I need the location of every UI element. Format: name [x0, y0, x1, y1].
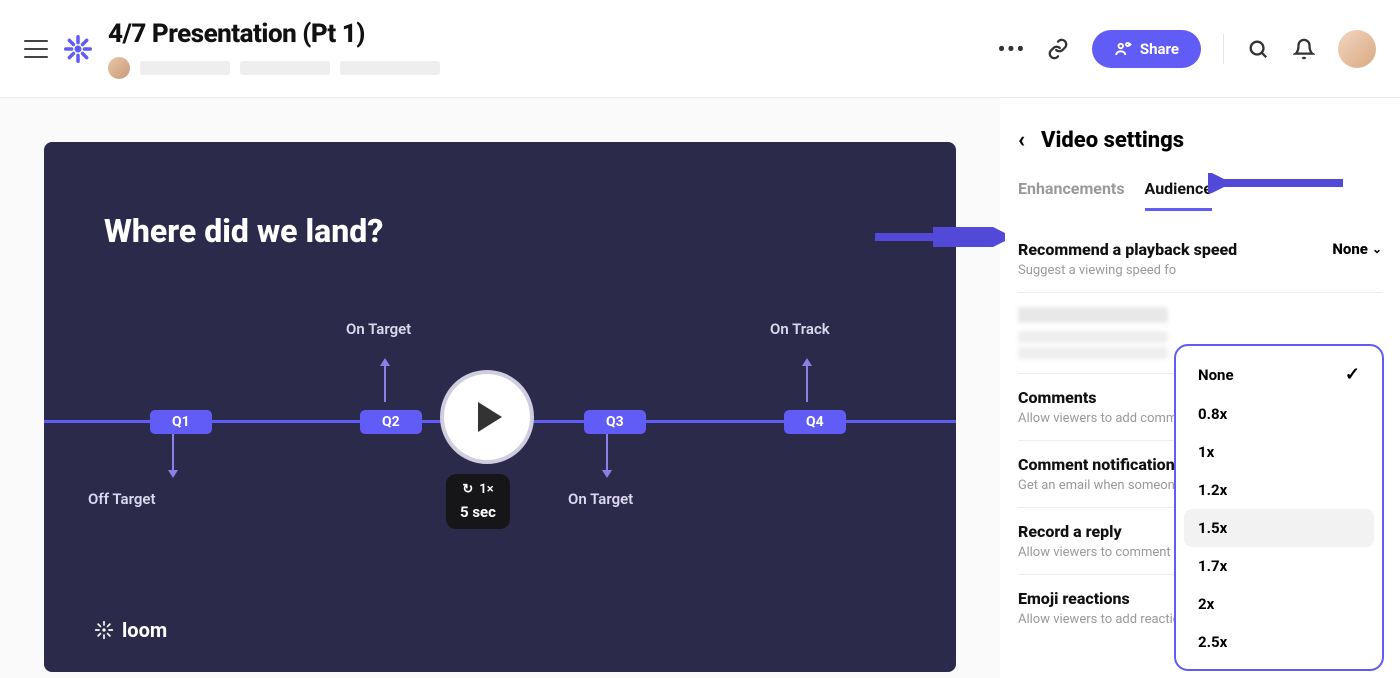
tab-audience[interactable]: Audience: [1145, 179, 1212, 211]
duration-label: 5 sec: [460, 503, 496, 521]
q3-arrow: [606, 434, 608, 472]
loom-logo-icon[interactable]: [64, 35, 92, 63]
speed-dropdown: None✓ 0.8x 1x 1.2x 1.5x 1.7x 2x 2.5x: [1174, 344, 1384, 671]
link-icon[interactable]: [1046, 37, 1070, 61]
speed-option-2x[interactable]: 2x: [1184, 585, 1374, 623]
speed-option-17x[interactable]: 1.7x: [1184, 547, 1374, 585]
bell-icon[interactable]: [1292, 37, 1316, 61]
q3-label: On Target: [568, 490, 633, 508]
menu-icon[interactable]: [24, 40, 48, 58]
playback-speed-select[interactable]: None ⌄: [1332, 240, 1382, 258]
blurred-setting-desc: [1018, 331, 1168, 343]
speed-option-12x[interactable]: 1.2x: [1184, 471, 1374, 509]
loom-watermark: loom: [94, 618, 167, 642]
user-avatar[interactable]: [1338, 30, 1376, 68]
share-label: Share: [1140, 40, 1179, 58]
blurred-setting-desc2: [1018, 347, 1168, 359]
page-title: 4/7 Presentation (Pt 1): [108, 19, 440, 49]
share-button[interactable]: Share: [1092, 30, 1201, 68]
meta-row: [108, 57, 440, 79]
speed-current: None: [1332, 240, 1368, 258]
more-icon[interactable]: •••: [1000, 37, 1024, 61]
app-header: 4/7 Presentation (Pt 1) ••• Share: [0, 0, 1400, 98]
main-layout: Where did we land? Q1 Q2 Q3 Q4 Off Targe…: [0, 98, 1400, 678]
video-player[interactable]: Where did we land? Q1 Q2 Q3 Q4 Off Targe…: [44, 142, 956, 672]
author-name-blurred: [140, 61, 230, 75]
playback-badge: ↻1× 5 sec: [446, 474, 510, 529]
author-avatar[interactable]: [108, 57, 130, 79]
slide-title: Where did we land?: [104, 212, 383, 250]
tab-enhancements[interactable]: Enhancements: [1018, 179, 1125, 211]
divider: [1223, 34, 1224, 64]
speed-option-1x[interactable]: 1x: [1184, 433, 1374, 471]
annotation-arrow-1: [1208, 173, 1343, 193]
search-icon[interactable]: [1246, 37, 1270, 61]
video-area: Where did we land? Q1 Q2 Q3 Q4 Off Targe…: [0, 98, 1000, 678]
q1-arrow: [172, 434, 174, 472]
header-left: 4/7 Presentation (Pt 1): [24, 19, 440, 79]
setting-playback-speed: Recommend a playback speed Suggest a vie…: [1018, 240, 1382, 293]
q2-pill: Q2: [360, 410, 422, 434]
speed-option-none[interactable]: None✓: [1184, 354, 1374, 395]
q4-label: On Track: [770, 320, 830, 338]
settings-header: ‹ Video settings: [1018, 128, 1382, 153]
q2-label: On Target: [346, 320, 411, 338]
chevron-down-icon: ⌄: [1372, 242, 1382, 256]
blurred-setting-label: [1018, 307, 1168, 323]
q3-pill: Q3: [584, 410, 646, 434]
playback-rate: 1×: [479, 482, 493, 497]
speed-option-25x[interactable]: 2.5x: [1184, 623, 1374, 661]
title-block: 4/7 Presentation (Pt 1): [108, 19, 440, 79]
q4-pill: Q4: [784, 410, 846, 434]
timestamp-blurred: [240, 61, 330, 75]
q1-pill: Q1: [150, 410, 212, 434]
playback-speed-label: Recommend a playback speed: [1018, 240, 1382, 259]
q1-label: Off Target: [88, 490, 156, 508]
play-icon: [478, 402, 502, 432]
play-button[interactable]: [440, 370, 534, 464]
speed-option-08x[interactable]: 0.8x: [1184, 395, 1374, 433]
q4-arrow: [806, 364, 808, 402]
speed-option-15x[interactable]: 1.5x: [1184, 509, 1374, 547]
tag-blurred: [340, 61, 440, 75]
back-icon[interactable]: ‹: [1018, 128, 1025, 153]
playback-speed-desc: Suggest a viewing speed fo: [1018, 263, 1382, 278]
settings-title: Video settings: [1041, 128, 1184, 153]
q2-arrow: [384, 364, 386, 402]
header-right: ••• Share: [1000, 30, 1376, 68]
annotation-arrow-2: [875, 227, 1005, 247]
check-icon: ✓: [1345, 364, 1360, 385]
